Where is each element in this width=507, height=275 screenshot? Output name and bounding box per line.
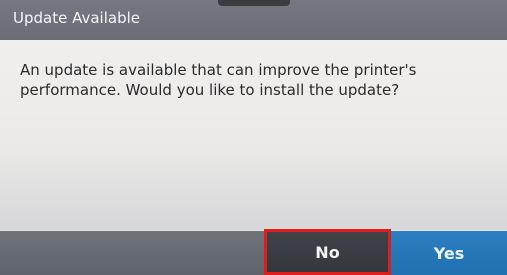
dialog-message: An update is available that can improve …	[20, 61, 417, 99]
dialog-title-bar: Update Available	[0, 0, 507, 40]
screen-bezel-notch	[218, 0, 290, 6]
printer-screen: Update Available An update is available …	[0, 0, 507, 275]
yes-button[interactable]: Yes	[391, 231, 507, 275]
dialog-body-shade	[0, 150, 507, 230]
dialog-title: Update Available	[13, 9, 140, 27]
no-button-label: No	[315, 242, 340, 262]
no-button[interactable]: No	[264, 229, 391, 275]
yes-button-label: Yes	[433, 243, 465, 263]
